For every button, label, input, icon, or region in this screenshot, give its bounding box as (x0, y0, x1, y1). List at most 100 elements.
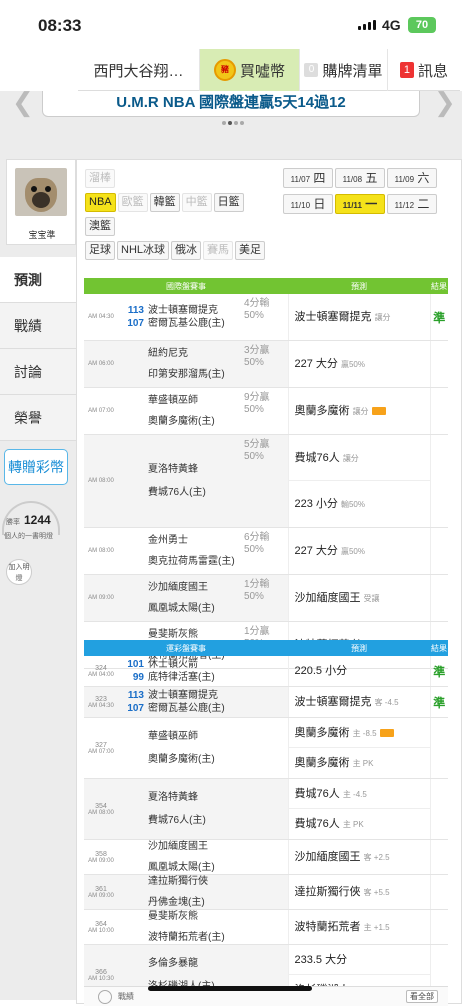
score-away: 113 (127, 690, 144, 701)
prediction-cell: 220.5 小分 (287, 656, 430, 687)
date-md: 11/11 (342, 201, 362, 210)
league-filter-chip[interactable]: 歐籃 (117, 193, 148, 212)
match-time-cell: AM 08:00 (84, 527, 118, 575)
profile-card[interactable]: 宝宝準 (6, 159, 76, 245)
match-time: AM 07:00 (88, 408, 114, 414)
team-away: 華盛頓巫師 (118, 730, 288, 743)
match-row[interactable]: AM 07:00 華盛頓巫師 奧蘭多魔術(主) 9分贏 50% 奧蘭多魔術 讓分 (84, 387, 448, 435)
date-md: 11/07 (290, 175, 311, 184)
match-row[interactable]: AM 09:00 沙加緬度國王 鳳凰城太陽(主) 1分輸 50% 沙加緬度國王 受讓 (84, 574, 448, 622)
prediction-cell: 費城76人 主 -4.5 費城76人 主 PK (287, 778, 430, 840)
team-home-name: 丹佛金塊(主) (148, 897, 205, 908)
handicap-rate: 50% (243, 310, 264, 321)
match-row[interactable]: 327 AM 07:00 華盛頓巫師 奧蘭多魔術(主) 奧蘭多魔術 主 -8.5 奧蘭多… (84, 717, 448, 779)
handicap-line: 5分贏 (243, 439, 270, 450)
match-row[interactable]: 358 AM 09:00 沙加緬度國王 鳳凰城太陽(主) 沙加緬度國王 客 +2.5 (84, 839, 448, 875)
match-time-cell: 323 AM 04:30 (84, 686, 118, 718)
handicap-rate: 50% (243, 357, 264, 368)
date-button[interactable]: 11/08 五 (335, 168, 385, 188)
league-filter-chip[interactable]: 中籃 (181, 193, 212, 212)
team-home: 奧克拉荷馬雷霆(主) (118, 555, 288, 568)
team-away-name: 沙加緬度國王 (148, 841, 208, 852)
score-home: 107 (127, 703, 144, 714)
messages-label: 訊息 (417, 62, 448, 80)
tab-buy-coins[interactable]: 豬 買噓幣 (200, 49, 300, 91)
league-filters: 溜棒 NBA 歐籃 韓籃 中籃 日籃澳籃足球 NHL冰球 俄冰 賽馬 美足 (85, 168, 275, 264)
profile-name: 宝宝準 (28, 230, 56, 240)
match-teams-cell: 華盛頓巫師 奧蘭多魔術(主) 9分贏 50% (118, 387, 288, 435)
league-filter-chip[interactable]: 日籃 (213, 193, 244, 212)
date-button[interactable]: 11/10 日 (283, 194, 333, 214)
tab-team[interactable]: 西門大谷翔… (78, 49, 200, 91)
league-filter-chip[interactable]: 韓籃 (149, 193, 180, 212)
team-home: 99 底特律活塞(主) (118, 671, 288, 684)
league-filter-chip[interactable]: 溜棒 (85, 169, 115, 188)
gift-coins-button[interactable]: 轉贈彩幣 (4, 449, 68, 485)
date-button[interactable]: 11/07 四 (283, 168, 333, 188)
match-time-cell: AM 07:00 (84, 387, 118, 435)
date-button[interactable]: 11/09 六 (387, 168, 437, 188)
league-filter-chip[interactable]: 足球 (85, 241, 115, 260)
league-filter-chip[interactable]: NBA (85, 193, 116, 212)
team-away: 夏洛特黃蜂 (118, 791, 288, 804)
prediction-tag: 客 +2.5 (363, 853, 390, 862)
match-time-cell: 358 AM 09:00 (84, 839, 118, 875)
chevron-right-icon[interactable]: ❯ (434, 87, 456, 118)
team-away-name: 多倫多暴龍 (148, 958, 198, 969)
match-row[interactable]: 324 AM 04:00 101 休士頓火箭 99 底特律活塞(主) 220.5 小分 準 (84, 656, 448, 687)
tab-messages[interactable]: 1 訊息 (388, 49, 460, 91)
match-row[interactable]: 323 AM 04:30 113 波士頓塞爾提克 107 密爾瓦基公鹿(主) 波士頓塞爾提克… (84, 686, 448, 718)
match-row[interactable]: AM 08:00 夏洛特黃蜂 費城76人(主) 5分贏 50% 費城76人 讓分 223 小… (84, 434, 448, 528)
content-area: 宝宝準 預測 戰績 討論 榮譽 轉贈彩幣 勝率 1244 個人的一書明燈 加入明… (0, 131, 462, 1006)
team-away-name: 波士頓塞爾提克 (148, 690, 218, 701)
banner-text[interactable]: U.M.R NBA 國際盤連贏5天14過12 (42, 91, 420, 117)
tab-cart[interactable]: 0 購牌清單 (300, 49, 388, 91)
date-md: 11/10 (290, 201, 311, 210)
date-button[interactable]: 11/12 二 (387, 194, 437, 214)
match-row[interactable]: AM 04:30 113 波士頓塞爾提克 107 密爾瓦基公鹿(主) 4分輸 50% 波士頓塞… (84, 294, 448, 341)
view-all-button[interactable]: 看全部 (406, 990, 438, 1003)
team-home: 波特蘭拓荒者(主) (118, 931, 288, 944)
menu-item-record[interactable]: 戰績 (0, 303, 76, 349)
prediction-tag: 客 -4.5 (374, 698, 399, 707)
match-row[interactable]: 361 AM 09:00 達拉斯獨行俠 丹佛金塊(主) 達拉斯獨行俠 客 +5.5 (84, 874, 448, 910)
team-home: 奧蘭多魔術(主) (118, 753, 288, 766)
league-filter-chip[interactable]: 賽馬 (203, 241, 234, 260)
result-badge (429, 909, 448, 945)
date-weekday: 日 (313, 197, 326, 211)
match-row[interactable]: AM 08:00 金州勇士 奧克拉荷馬雷霆(主) 6分輸 50% 227 大分 贏50% (84, 527, 448, 575)
team-home: 鳳凰城太陽(主) (118, 602, 288, 615)
result-badge (429, 839, 448, 875)
prediction-tag: 主 -4.5 (342, 790, 367, 799)
match-teams-cell: 113 波士頓塞爾提克 107 密爾瓦基公鹿(主) 4分輸 50% (118, 294, 288, 341)
prediction-cell: 費城76人 讓分 223 小分 輸50% (287, 434, 430, 528)
menu-item-honor[interactable]: 榮譽 (0, 395, 76, 441)
league-filter-chip[interactable]: 澳籃 (85, 217, 115, 236)
top-nav: 西門大谷翔… 豬 買噓幣 0 購牌清單 1 訊息 (78, 49, 460, 91)
date-md: 11/09 (394, 175, 415, 184)
match-time-cell: 354 AM 08:00 (84, 778, 118, 840)
match-row[interactable]: AM 06:00 紐約尼克 印第安那溜馬(主) 3分贏 50% 227 大分 贏50% (84, 340, 448, 388)
chevron-left-icon[interactable]: ❮ (12, 87, 34, 118)
prediction-cell: 奧蘭多魔術 主 -8.5 奧蘭多魔術 主 PK (287, 717, 430, 779)
menu-item-predict[interactable]: 預測 (0, 257, 76, 303)
team-home: 印第安那溜馬(主) (118, 368, 288, 381)
handicap-rate: 50% (243, 591, 264, 602)
date-button[interactable]: 11/11 一 (335, 194, 385, 214)
prediction-text: 費城76人 (294, 818, 340, 830)
team-home-name: 奧克拉荷馬雷霆(主) (148, 556, 235, 567)
team-away-name: 曼斐斯灰熊 (148, 911, 198, 922)
network-label: 4G (382, 17, 401, 33)
prediction: 波士頓塞爾提克 讓分 (289, 294, 430, 340)
league-filter-chip[interactable]: 俄冰 (171, 241, 202, 260)
menu-item-discuss[interactable]: 討論 (0, 349, 76, 395)
add-favorite-button[interactable]: 加入明燈 (6, 559, 32, 585)
handicap: 4分輸 50% (244, 298, 270, 322)
match-teams-cell: 沙加緬度國王 鳳凰城太陽(主) (118, 839, 288, 875)
league-filter-chip[interactable]: NHL冰球 (117, 241, 170, 260)
league-filter-chip[interactable]: 美足 (235, 241, 266, 260)
prediction-tag: 讓分 (342, 454, 359, 463)
match-row[interactable]: 364 AM 10:00 曼斐斯灰熊 波特蘭拓荒者(主) 波特蘭拓荒者 主 +1.5 (84, 909, 448, 945)
result-badge: 準 (429, 686, 448, 718)
match-row[interactable]: 354 AM 08:00 夏洛特黃蜂 費城76人(主) 費城76人 主 -4.5 費城76… (84, 778, 448, 840)
